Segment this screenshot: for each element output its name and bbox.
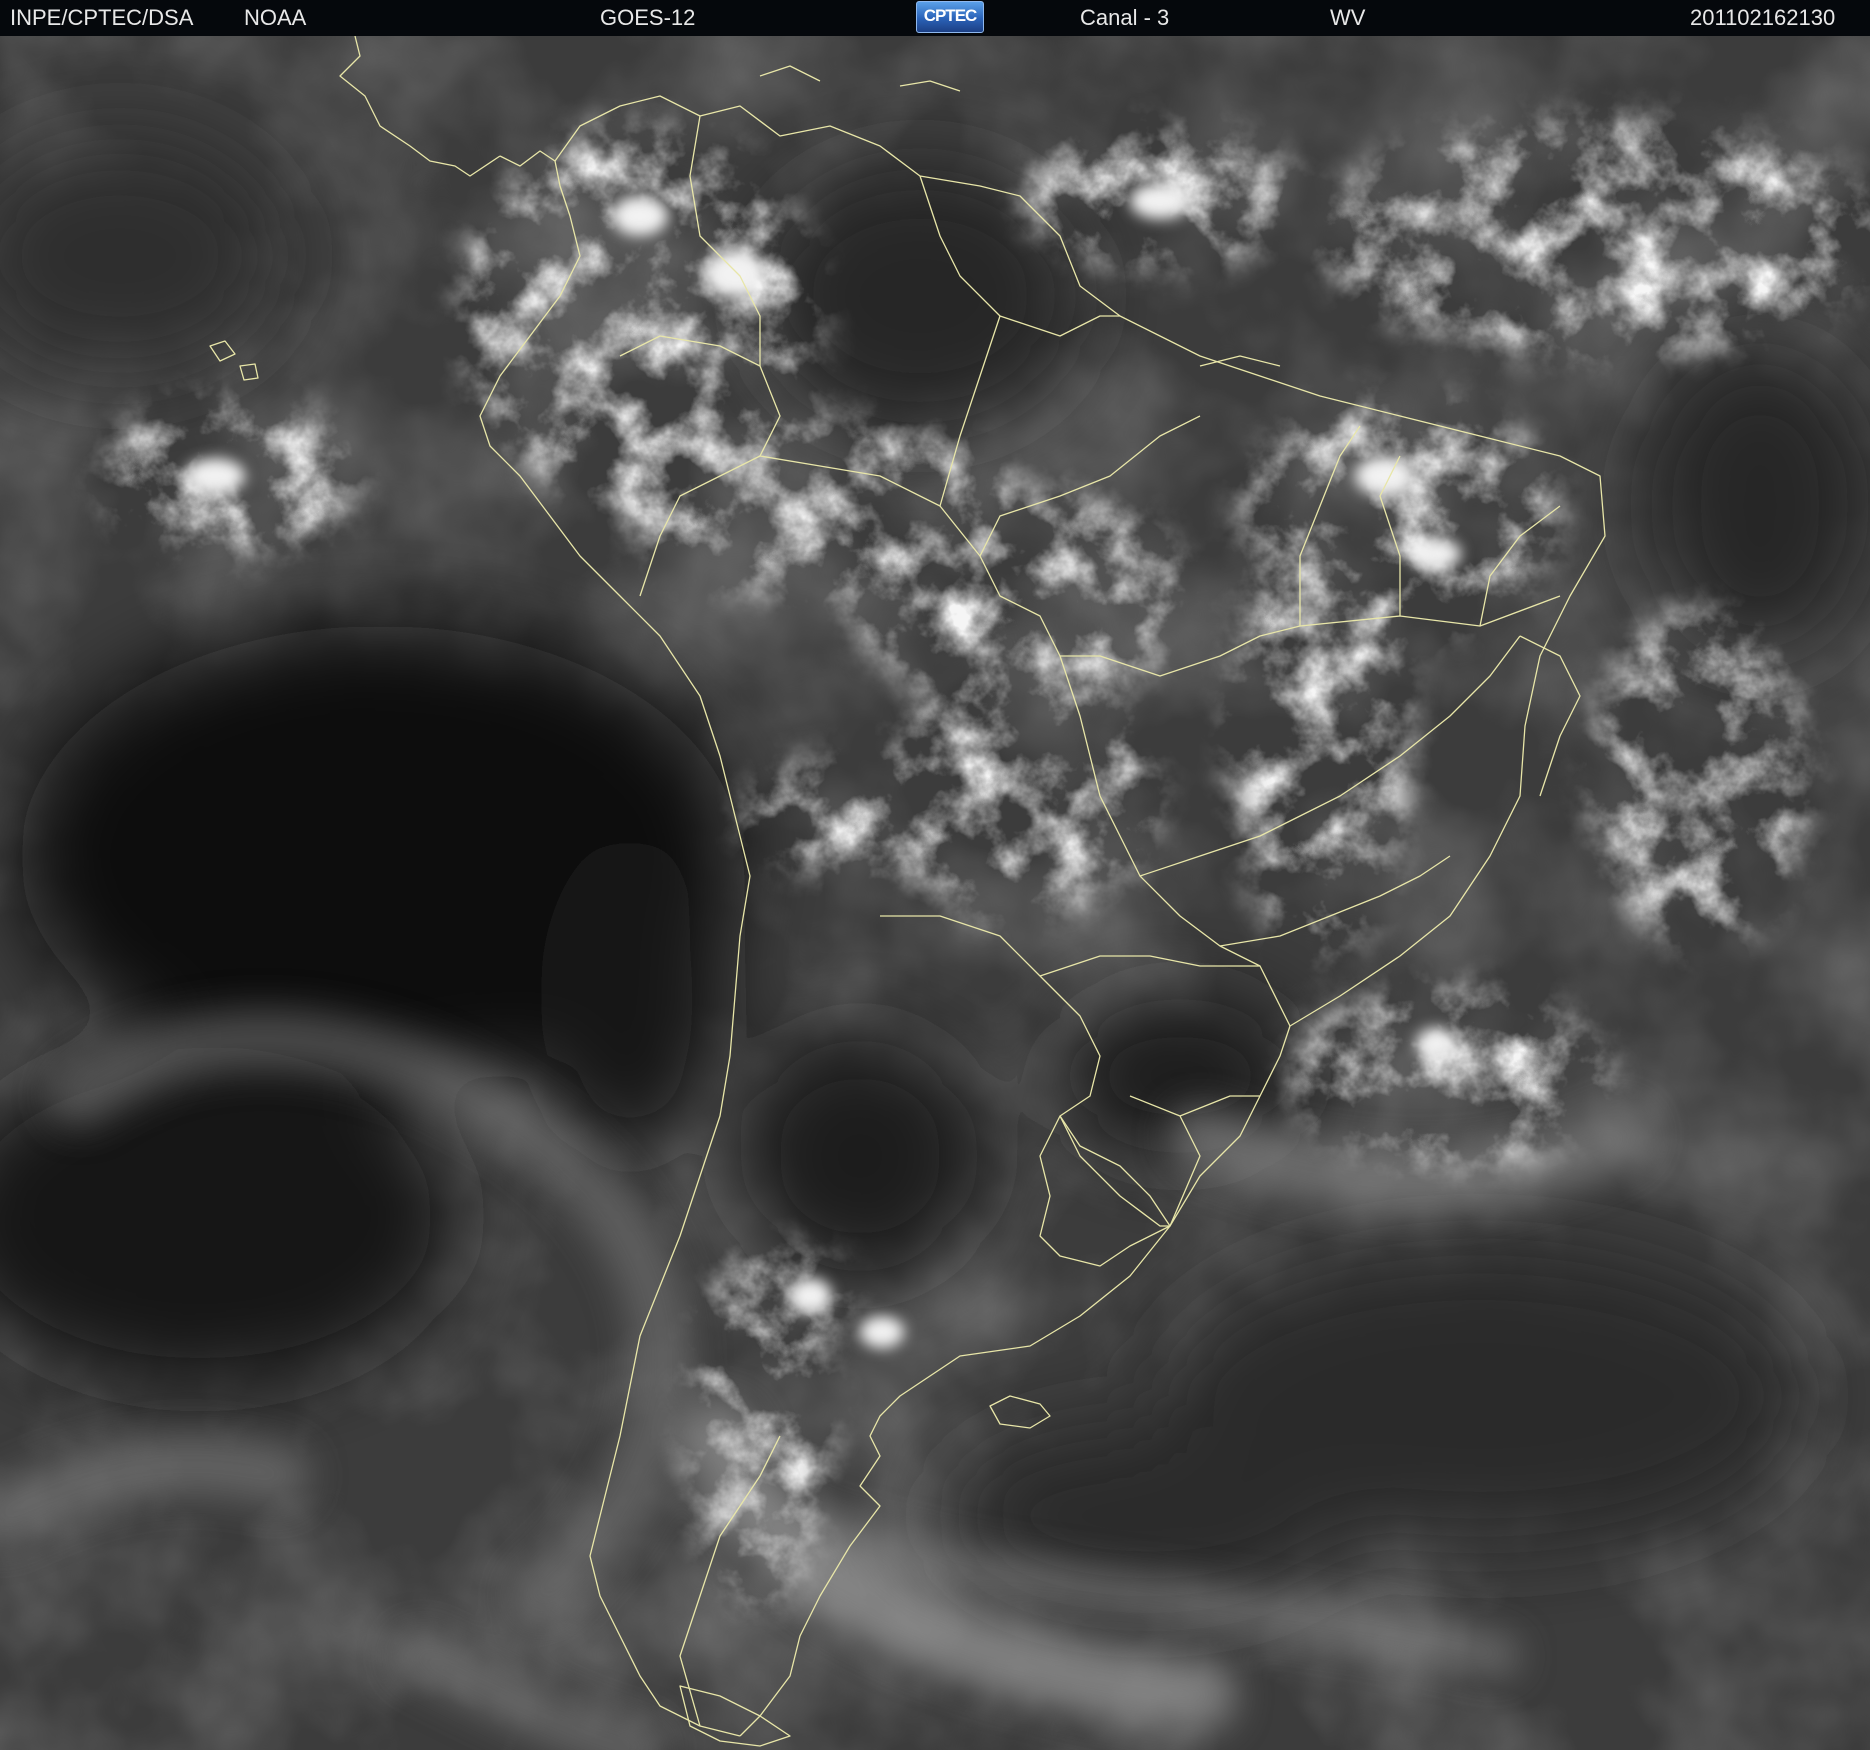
channel-label: Canal - 3: [1080, 5, 1170, 30]
satellite-label: GOES-12: [600, 5, 696, 30]
cptec-logo: CPTEC: [916, 1, 984, 33]
agency-label: NOAA: [244, 5, 307, 30]
band-label: WV: [1330, 5, 1366, 30]
satellite-image-canvas: [0, 36, 1870, 1750]
institution-label: INPE/CPTEC/DSA: [10, 5, 194, 30]
convective-clouds: [0, 36, 1870, 1750]
timestamp-label: 201102162130: [1690, 5, 1836, 30]
image-header-bar: INPE/CPTEC/DSA NOAA GOES-12 CPTEC Canal …: [0, 0, 1870, 36]
satellite-image: [0, 36, 1870, 1750]
